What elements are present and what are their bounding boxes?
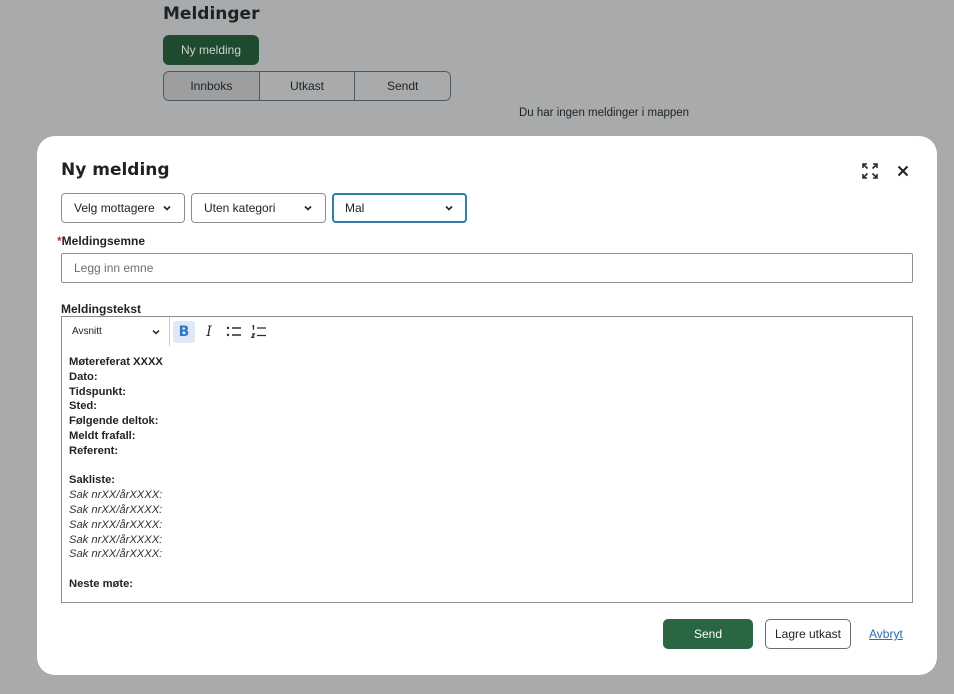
tab-drafts[interactable]: Utkast — [259, 72, 356, 100]
tab-inbox[interactable]: Innboks — [164, 72, 260, 100]
chevron-down-icon — [303, 203, 313, 213]
save-draft-button[interactable]: Lagre utkast — [765, 619, 851, 649]
numbered-list-icon[interactable] — [248, 321, 270, 343]
subject-input[interactable] — [61, 253, 913, 283]
body-line: Sakliste: — [69, 474, 116, 487]
message-body-editor[interactable]: Møtereferat XXXX Dato: Tidspunkt: Sted: … — [61, 346, 913, 603]
send-button[interactable]: Send — [663, 619, 753, 649]
body-line: Dato: — [69, 370, 98, 383]
empty-folder-text: Du har ingen meldinger i mappen — [519, 107, 690, 119]
page-title: Meldinger — [163, 4, 260, 24]
paragraph-format-value: Avsnitt — [72, 326, 102, 337]
body-label: Meldingstekst — [61, 302, 142, 316]
agenda-item: Sak nrXX/årXXXX: — [69, 518, 163, 531]
close-icon[interactable] — [892, 160, 914, 182]
new-message-button[interactable]: Ny melding — [163, 35, 259, 65]
chevron-down-icon — [444, 203, 454, 213]
agenda-item: Sak nrXX/årXXXX: — [69, 489, 163, 502]
bold-button[interactable]: B — [173, 320, 195, 343]
body-line: Meldt frafall: — [69, 429, 136, 442]
cancel-link[interactable]: Avbryt — [869, 627, 903, 641]
template-select[interactable]: Mal — [332, 193, 467, 223]
bullet-list-icon[interactable] — [223, 321, 245, 343]
italic-button[interactable]: I — [198, 321, 220, 343]
body-line: Neste møte: — [69, 577, 134, 590]
template-select-value: Mal — [345, 201, 365, 215]
body-line: Møtereferat XXXX — [69, 356, 163, 368]
editor-toolbar: Avsnitt B I — [61, 316, 913, 347]
folder-tabs: Innboks Utkast Sendt — [163, 71, 451, 101]
body-line: Referent: — [69, 444, 119, 457]
paragraph-format-select[interactable]: Avsnitt — [62, 317, 170, 346]
agenda-item: Sak nrXX/årXXXX: — [69, 548, 163, 561]
agenda-item: Sak nrXX/årXXXX: — [69, 533, 163, 546]
expand-icon[interactable] — [859, 160, 881, 182]
body-line: Tidspunkt: — [69, 385, 126, 398]
recipients-select[interactable]: Velg mottagere — [61, 193, 185, 223]
recipients-select-value: Velg mottagere — [74, 201, 155, 215]
category-select[interactable]: Uten kategori — [191, 193, 326, 223]
tab-sent[interactable]: Sendt — [355, 72, 450, 100]
body-line: Følgende deltok: — [69, 415, 159, 428]
new-message-dialog: Ny melding Velg mottagere Uten kategori … — [37, 136, 937, 675]
subject-label: *Meldingsemne — [57, 234, 145, 248]
body-line: Sted: — [69, 400, 97, 413]
agenda-item: Sak nrXX/årXXXX: — [69, 503, 163, 516]
category-select-value: Uten kategori — [204, 201, 276, 215]
chevron-down-icon — [151, 327, 161, 337]
chevron-down-icon — [162, 203, 172, 213]
dialog-title: Ny melding — [61, 160, 170, 180]
subject-label-text: Meldingsemne — [61, 234, 146, 248]
